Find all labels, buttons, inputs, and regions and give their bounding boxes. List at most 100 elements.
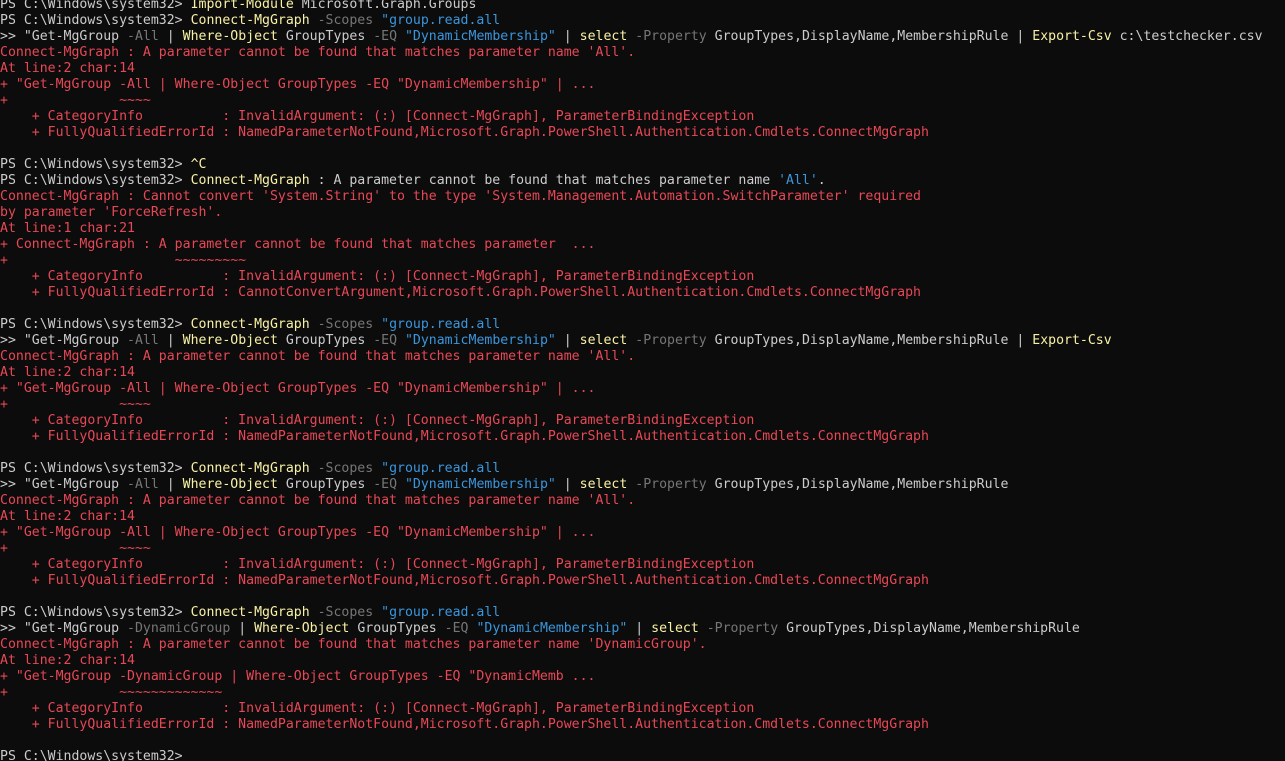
console-text-error: At line:2 char:14 xyxy=(0,61,135,76)
console-text-default: GroupTypes,DisplayName,MembershipRule xyxy=(778,621,1080,636)
console-text-default: PS C:\Windows\system32> xyxy=(0,0,191,12)
console-text-default xyxy=(0,733,8,748)
console-text-error: + CategoryInfo : InvalidArgument: (:) [C… xyxy=(0,557,755,572)
console-text-command: select xyxy=(579,333,628,348)
console-error-line: At line:2 char:14 xyxy=(0,509,1285,525)
console-text-default: GroupTypes xyxy=(277,477,374,492)
console-text-command: Connect-MgGraph xyxy=(190,173,310,188)
console-text-string: "DynamicMembership" xyxy=(404,333,556,348)
console-text-command: select xyxy=(579,477,628,492)
console-text-command: Connect-MgGraph xyxy=(190,461,310,476)
console-text-parameter: -Scopes xyxy=(309,605,382,620)
console-text-parameter: -Property xyxy=(627,333,707,348)
console-error-line: + FullyQualifiedErrorId : NamedParameter… xyxy=(0,125,1285,141)
console-error-line: by parameter 'ForceRefresh'. xyxy=(0,205,1285,221)
console-error-line: + CategoryInfo : InvalidArgument: (:) [C… xyxy=(0,109,1285,125)
console-text-command: ^C xyxy=(190,157,207,172)
console-blank-line xyxy=(0,445,1285,461)
console-text-error: + CategoryInfo : InvalidArgument: (:) [C… xyxy=(0,413,755,428)
console-blank-line xyxy=(0,733,1285,749)
console-text-parameter: -All xyxy=(127,29,159,44)
console-text-command: Connect-MgGraph xyxy=(190,317,310,332)
console-text-error: + CategoryInfo : InvalidArgument: (:) [C… xyxy=(0,269,755,284)
console-text-default: GroupTypes,DisplayName,MembershipRule xyxy=(706,477,1009,492)
console-text-error: + "Get-MgGroup -All | Where-Object Group… xyxy=(0,77,596,92)
console-text-parameter: -Property xyxy=(627,29,707,44)
console-text-default xyxy=(0,301,8,316)
console-text-error: + CategoryInfo : InvalidArgument: (:) [C… xyxy=(0,701,755,716)
console-command-line: >> "Get-MgGroup -All | Where-Object Grou… xyxy=(0,333,1285,349)
console-text-command: Where-Object xyxy=(254,621,350,636)
console-text-parameter: -All xyxy=(127,333,159,348)
console-text-parameter: -EQ xyxy=(373,29,398,44)
console-text-string: "group.read.all xyxy=(381,605,501,620)
console-text-string: "group.read.all xyxy=(381,13,501,28)
console-blank-line xyxy=(0,589,1285,605)
console-error-line: + "Get-MgGroup -DynamicGroup | Where-Obj… xyxy=(0,669,1285,685)
console-error-line: Connect-MgGraph : Cannot convert 'System… xyxy=(0,189,1285,205)
console-text-default: PS C:\Windows\system32> xyxy=(0,461,191,476)
powershell-console[interactable]: PS C:\Windows\system32> Import-Module Mi… xyxy=(0,0,1285,761)
console-text-error: + "Get-MgGroup -All | Where-Object Group… xyxy=(0,381,596,396)
console-text-parameter: -EQ xyxy=(444,621,469,636)
console-error-line: + Connect-MgGraph : A parameter cannot b… xyxy=(0,237,1285,253)
console-prompt-line[interactable]: PS C:\Windows\system32> xyxy=(0,749,1285,761)
console-text-default: PS C:\Windows\system32> xyxy=(0,317,191,332)
console-error-line: + "Get-MgGroup -All | Where-Object Group… xyxy=(0,525,1285,541)
console-text-default: : A parameter cannot be found that match… xyxy=(309,173,779,188)
console-text-error: + "Get-MgGroup -DynamicGroup | Where-Obj… xyxy=(0,669,596,684)
console-text-parameter: -All xyxy=(127,477,159,492)
console-text-error: + FullyQualifiedErrorId : CannotConvertA… xyxy=(0,285,921,300)
console-command-line: PS C:\Windows\system32> Connect-MgGraph … xyxy=(0,13,1285,29)
console-text-default: | xyxy=(158,333,183,348)
console-text-error: Connect-MgGraph : A parameter cannot be … xyxy=(0,493,636,508)
console-text-error: + ~~~~ xyxy=(0,541,151,556)
console-text-default: GroupTypes xyxy=(349,621,445,636)
console-text-error: Connect-MgGraph : A parameter cannot be … xyxy=(0,637,707,652)
console-text-error: At line:2 char:14 xyxy=(0,653,135,668)
console-text-command: Where-Object xyxy=(182,477,278,492)
console-error-line: At line:1 char:21 xyxy=(0,221,1285,237)
console-command-line: PS C:\Windows\system32> ^C xyxy=(0,157,1285,173)
console-error-line: At line:2 char:14 xyxy=(0,653,1285,669)
console-text-default: GroupTypes,DisplayName,MembershipRule | xyxy=(706,333,1033,348)
console-error-line: At line:2 char:14 xyxy=(0,365,1285,381)
console-error-line: + FullyQualifiedErrorId : NamedParameter… xyxy=(0,429,1285,445)
console-text-command: Import-Module xyxy=(190,0,294,12)
console-text-error: + ~~~~~~~~~ xyxy=(0,253,247,268)
console-text-error: At line:2 char:14 xyxy=(0,365,135,380)
console-text-parameter: -Scopes xyxy=(309,317,382,332)
console-text-default: | xyxy=(627,621,652,636)
console-error-line: + "Get-MgGroup -All | Where-Object Group… xyxy=(0,381,1285,397)
console-error-line: + CategoryInfo : InvalidArgument: (:) [C… xyxy=(0,701,1285,717)
console-text-error: At line:2 char:14 xyxy=(0,509,135,524)
console-command-line: PS C:\Windows\system32> Connect-MgGraph … xyxy=(0,605,1285,621)
console-text-error: + Connect-MgGraph : A parameter cannot b… xyxy=(0,237,596,252)
console-command-line: PS C:\Windows\system32> Connect-MgGraph … xyxy=(0,461,1285,477)
console-text-string: 'All' xyxy=(778,173,818,188)
console-text-default: PS C:\Windows\system32> xyxy=(0,173,191,188)
console-error-line: + CategoryInfo : InvalidArgument: (:) [C… xyxy=(0,413,1285,429)
console-text-parameter: -Scopes xyxy=(309,461,382,476)
console-text-error: + FullyQualifiedErrorId : NamedParameter… xyxy=(0,429,929,444)
console-error-line: + CategoryInfo : InvalidArgument: (:) [C… xyxy=(0,269,1285,285)
console-text-default xyxy=(397,333,405,348)
console-text-default xyxy=(0,589,8,604)
console-text-error: by parameter 'ForceRefresh'. xyxy=(0,205,223,220)
console-text-error: Connect-MgGraph : A parameter cannot be … xyxy=(0,349,636,364)
console-text-default xyxy=(0,445,8,460)
console-error-line: + ~~~~~~~~~ xyxy=(0,253,1285,269)
console-text-default: GroupTypes,DisplayName,MembershipRule | xyxy=(706,29,1033,44)
console-text-default: | xyxy=(555,333,580,348)
console-error-line: Connect-MgGraph : A parameter cannot be … xyxy=(0,493,1285,509)
console-command-line: PS C:\Windows\system32> Connect-MgGraph … xyxy=(0,173,1285,189)
console-text-error: + ~~~~ xyxy=(0,397,151,412)
console-text-default xyxy=(397,477,405,492)
console-error-line: Connect-MgGraph : A parameter cannot be … xyxy=(0,45,1285,61)
console-error-line: + ~~~~~~~~~~~~~ xyxy=(0,685,1285,701)
console-text-command: Where-Object xyxy=(182,29,278,44)
console-command-line: >> "Get-MgGroup -All | Where-Object Grou… xyxy=(0,477,1285,493)
console-command-line: PS C:\Windows\system32> Import-Module Mi… xyxy=(0,0,1285,13)
console-text-command: Export-Csv xyxy=(1032,333,1112,348)
console-text-default: >> "Get-MgGroup xyxy=(0,621,128,636)
